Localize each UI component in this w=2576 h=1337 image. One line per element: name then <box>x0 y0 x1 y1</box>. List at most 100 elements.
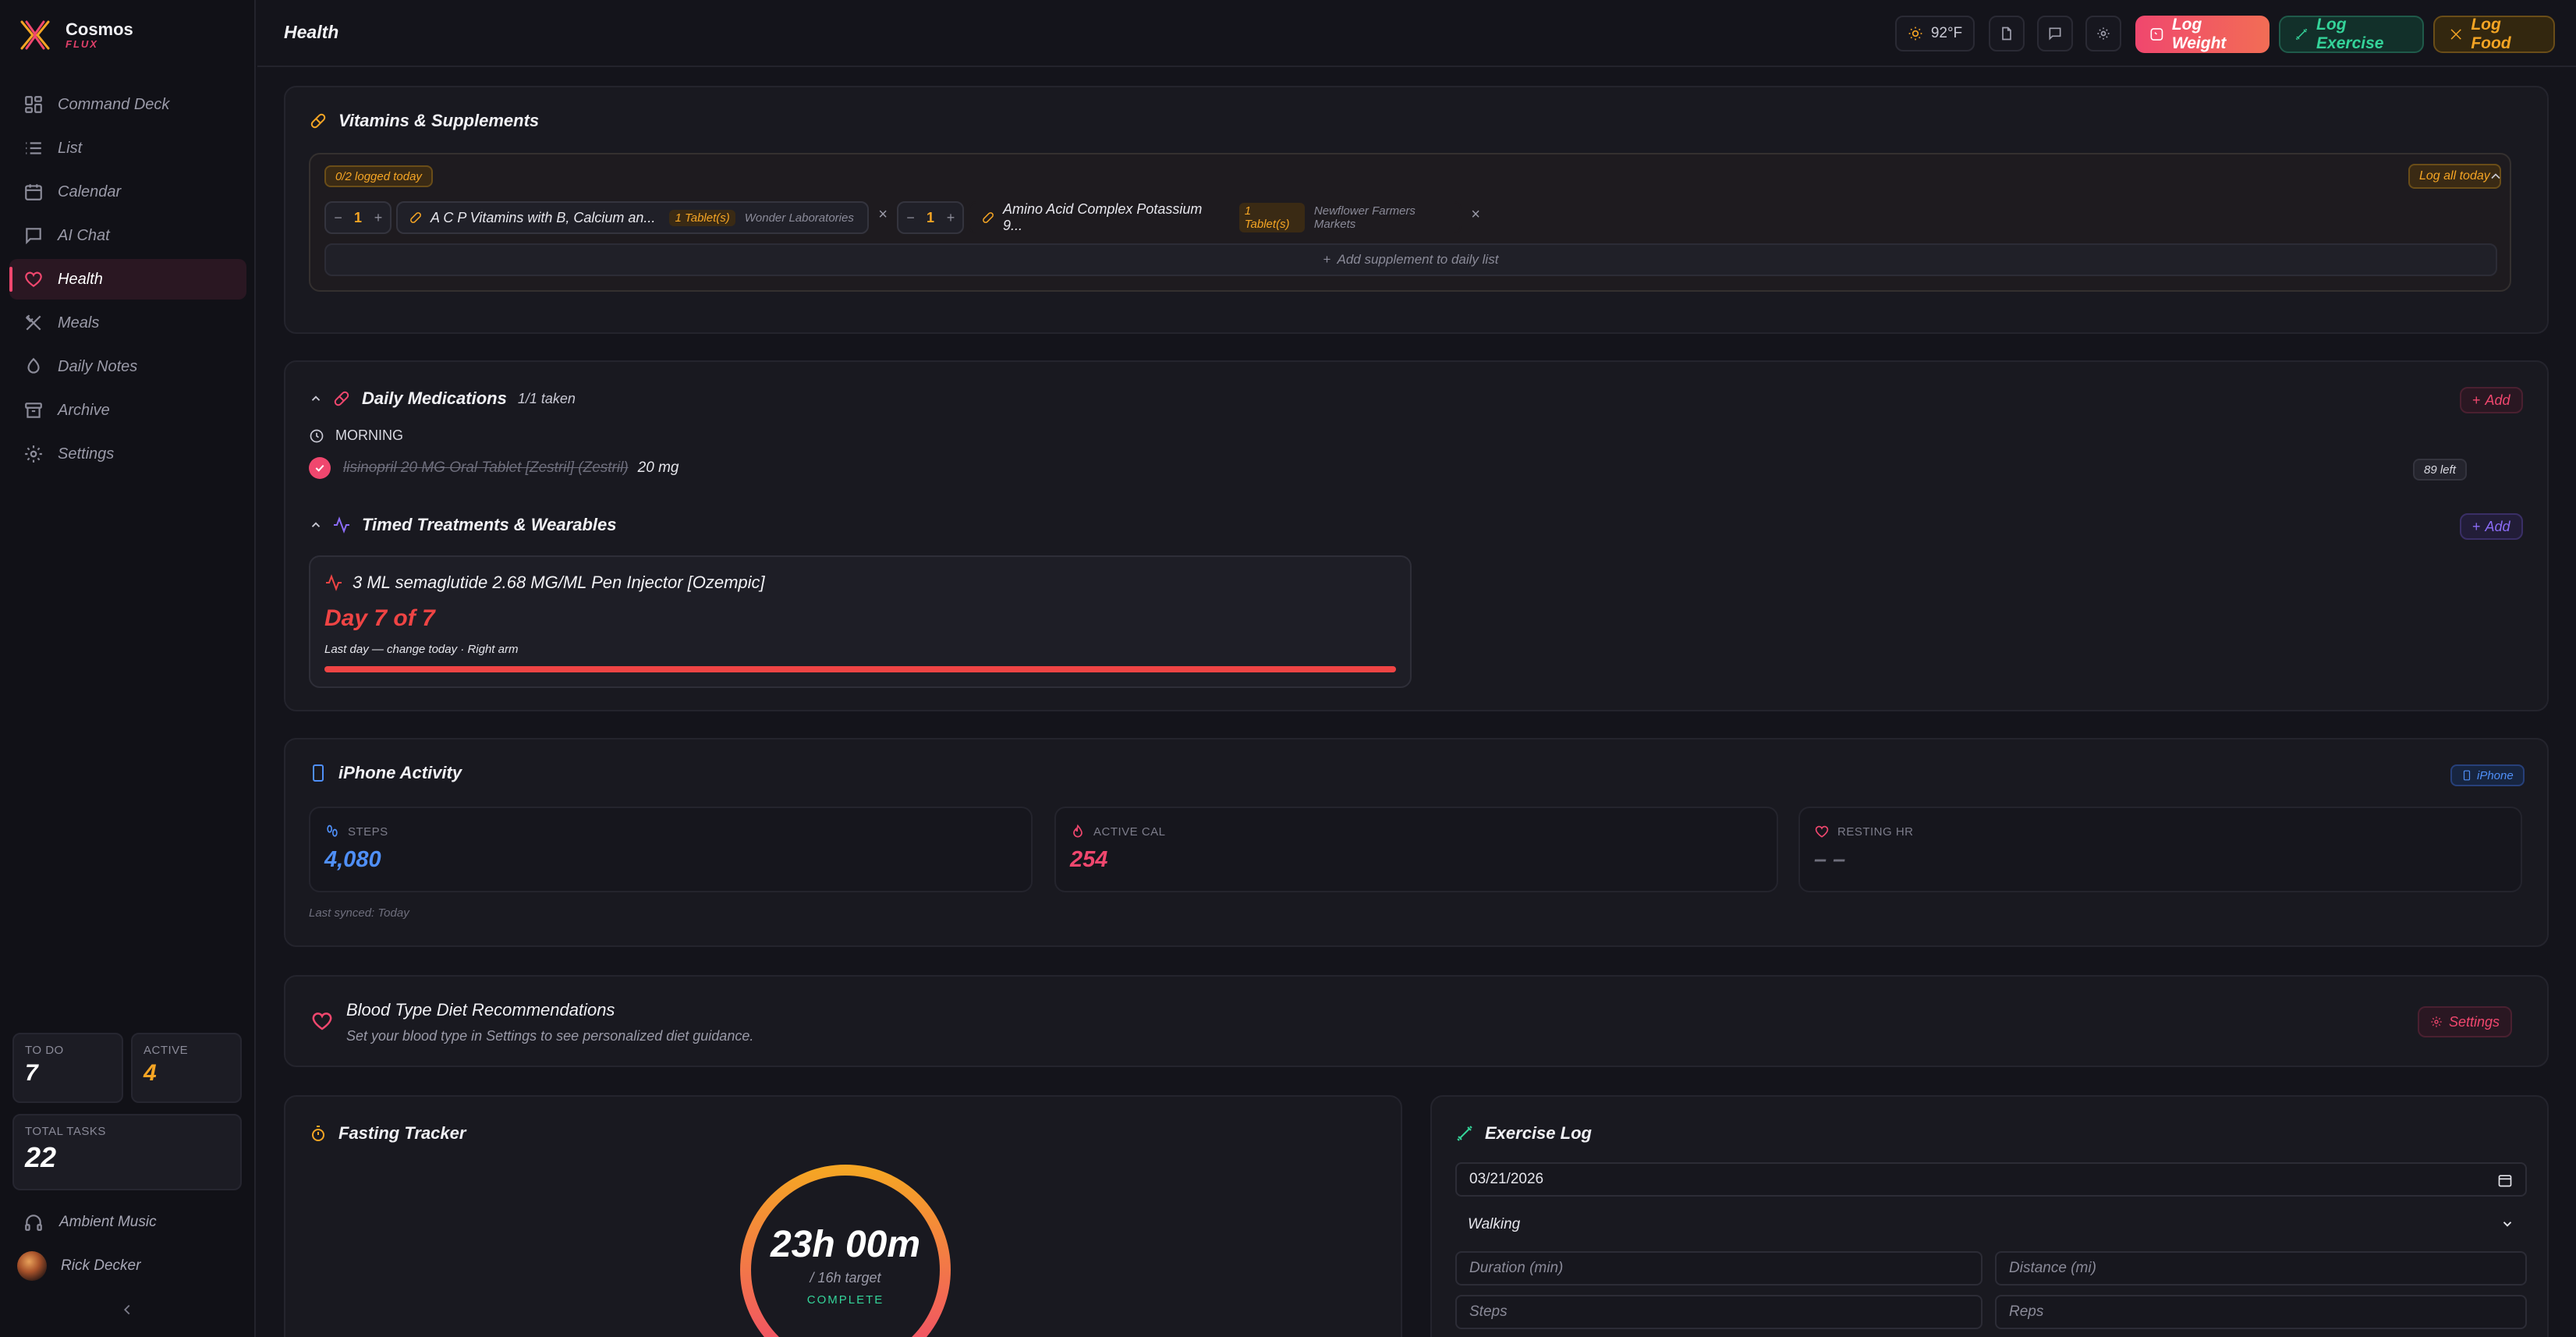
supplement-chip[interactable]: A C P Vitamins with B, Calcium an... 1 T… <box>396 201 869 234</box>
add-treatment-label: Add <box>2485 518 2510 534</box>
sidebar-item-calendar[interactable]: Calendar <box>9 172 246 212</box>
medication-name: lisinopril 20 MG Oral Tablet [Zestril] (… <box>343 459 629 476</box>
treatments-header[interactable]: Timed Treatments & Wearables <box>309 515 616 535</box>
hr-value: – – <box>1814 847 1846 872</box>
pill-icon <box>310 113 326 129</box>
timer-icon <box>312 1126 324 1141</box>
logged-count-badge: 0/2 logged today <box>324 165 433 187</box>
steps-metric[interactable]: STEPS 4,080 <box>309 807 1033 892</box>
sidebar-item-label: Command Deck <box>58 95 170 113</box>
exercise-type-select[interactable]: Walking <box>1455 1208 2527 1242</box>
minus-icon[interactable]: − <box>906 210 915 226</box>
log-weight-label: Log Weight <box>2171 16 2227 52</box>
sun-icon <box>1908 27 1922 41</box>
add-medication-button[interactable]: + Add <box>2460 387 2523 413</box>
brand-sub: FLUX <box>66 38 98 50</box>
theme-toggle-button[interactable] <box>2085 16 2121 51</box>
remove-supplement-icon[interactable]: × <box>1471 206 1480 224</box>
chevron-up-icon <box>311 522 321 527</box>
log-exercise-button[interactable]: Log Exercise <box>2279 16 2424 53</box>
exercise-date-field[interactable]: 03/21/2026 <box>1455 1162 2527 1197</box>
top-bar: Health 92°F Log Weight Log Exercise Log … <box>257 0 2576 67</box>
reps-input[interactable]: Reps <box>1995 1295 2527 1329</box>
list-icon <box>26 142 41 154</box>
total-tasks-stat[interactable]: TOTAL TASKS 22 <box>12 1114 242 1190</box>
chevron-up-icon[interactable] <box>2488 168 2503 184</box>
distance-input[interactable]: Distance (mi) <box>1995 1251 2527 1286</box>
add-treatment-button[interactable]: + Add <box>2460 513 2523 540</box>
active-cal-metric[interactable]: ACTIVE CAL 254 <box>1054 807 1778 892</box>
sidebar-item-list[interactable]: List <box>9 128 246 168</box>
checkmark-icon[interactable] <box>309 457 331 479</box>
scale-icon <box>2150 28 2163 41</box>
remove-supplement-icon[interactable]: × <box>878 206 888 224</box>
user-name: Rick Decker <box>61 1257 141 1274</box>
weather-widget[interactable]: 92°F <box>1895 16 1975 51</box>
resting-hr-metric[interactable]: RESTING HR – – <box>1798 807 2522 892</box>
footprints-icon <box>327 825 338 837</box>
minus-icon[interactable]: − <box>334 210 342 226</box>
treatment-day: Day 7 of 7 <box>324 605 435 631</box>
log-exercise-label: Log Exercise <box>2316 16 2384 52</box>
sidebar-nav: Command Deck List Calendar AI Chat Healt… <box>9 84 246 477</box>
sidebar-item-meals[interactable]: Meals <box>9 303 246 343</box>
sidebar-item-label: AI Chat <box>58 226 110 244</box>
document-icon <box>2002 27 2011 41</box>
collapse-sidebar-icon[interactable] <box>119 1301 136 1318</box>
treatment-name: 3 ML semaglutide 2.68 MG/ML Pen Injector… <box>353 573 765 592</box>
sidebar-item-archive[interactable]: Archive <box>9 390 246 431</box>
sidebar-item-daily-notes[interactable]: Daily Notes <box>9 346 246 387</box>
supplement-chip[interactable]: Amino Acid Complex Potassium 9... 1 Tabl… <box>969 201 1462 234</box>
pill-icon <box>983 212 994 223</box>
utensils-icon <box>2450 29 2461 40</box>
log-food-button[interactable]: Log Food <box>2433 16 2555 53</box>
plus-icon[interactable]: + <box>946 210 955 226</box>
chat-button[interactable] <box>2037 16 2073 51</box>
grid-icon <box>25 96 42 113</box>
treatment-item[interactable]: 3 ML semaglutide 2.68 MG/ML Pen Injector… <box>309 555 1412 688</box>
treatment-note: Last day — change today · Right arm <box>324 643 519 656</box>
log-food-label: Log Food <box>2471 16 2511 52</box>
medications-header[interactable]: Daily Medications 1/1 taken <box>309 388 576 409</box>
active-label: ACTIVE <box>144 1044 189 1057</box>
fasting-status: COMPLETE <box>806 1293 884 1307</box>
blood-type-subtitle: Set your blood type in Settings to see p… <box>346 1028 754 1044</box>
log-weight-button[interactable]: Log Weight <box>2135 16 2270 53</box>
user-profile[interactable]: Rick Decker <box>17 1251 140 1281</box>
medication-row[interactable]: lisinopril 20 MG Oral Tablet [Zestril] (… <box>309 457 679 479</box>
blood-type-settings-button[interactable]: Settings <box>2418 1006 2513 1037</box>
active-stat[interactable]: ACTIVE 4 <box>131 1033 242 1103</box>
brand[interactable]: Cosmos FLUX <box>17 17 133 53</box>
exercise-title: Exercise Log <box>1455 1123 1592 1144</box>
sidebar-item-ai-chat[interactable]: AI Chat <box>9 215 246 256</box>
iphone-badge: iPhone <box>2450 764 2525 786</box>
plus-icon[interactable]: + <box>374 210 382 226</box>
sidebar-item-settings[interactable]: Settings <box>9 434 246 474</box>
gear-icon <box>2431 1016 2442 1027</box>
duration-input[interactable]: Duration (min) <box>1455 1251 1982 1286</box>
supplement-qty-stepper[interactable]: − 1 + <box>324 201 392 234</box>
todo-stat[interactable]: TO DO 7 <box>12 1033 123 1103</box>
vitamins-title: Vitamins & Supplements <box>309 111 539 131</box>
log-all-button[interactable]: Log all today <box>2408 164 2501 189</box>
ambient-music-button[interactable]: Ambient Music <box>23 1212 157 1232</box>
add-supplement-button[interactable]: + Add supplement to daily list <box>324 243 2497 276</box>
morning-label: MORNING <box>335 427 403 443</box>
steps-input[interactable]: Steps <box>1455 1295 1982 1329</box>
exercise-log-card: Exercise Log 03/21/2026 Walking Duration… <box>1430 1095 2549 1337</box>
chat-icon <box>2049 27 2061 41</box>
sidebar-item-health[interactable]: Health <box>9 259 246 300</box>
flame-icon <box>1073 824 1082 838</box>
sidebar-item-command-deck[interactable]: Command Deck <box>9 84 246 125</box>
blood-type-settings-label: Settings <box>2449 1013 2500 1030</box>
total-label: TOTAL TASKS <box>25 1125 106 1138</box>
calendar-icon[interactable] <box>2497 1172 2513 1188</box>
ambient-music-label: Ambient Music <box>59 1214 157 1230</box>
fasting-tracker-card: Fasting Tracker 23h 00m / 16h target COM… <box>284 1095 1402 1337</box>
steps-label-row: STEPS <box>324 824 388 839</box>
utensils-icon <box>25 314 41 331</box>
supplement-dose: 1 Tablet(s) <box>669 209 735 226</box>
fasting-title-text: Fasting Tracker <box>338 1123 466 1143</box>
supplement-qty-stepper[interactable]: − 1 + <box>897 201 964 234</box>
document-button[interactable] <box>1989 16 2025 51</box>
